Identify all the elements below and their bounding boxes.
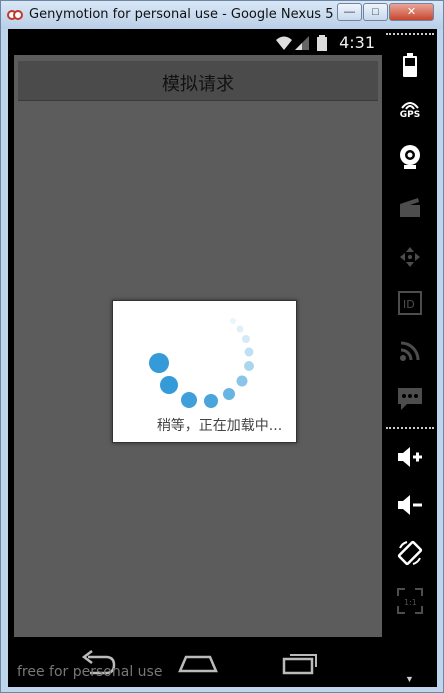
title-bar[interactable]: Genymotion for personal use - Google Nex… <box>1 1 443 29</box>
app-screen: 模拟请求 稍等，正在加载中... <box>14 55 382 637</box>
gps-icon[interactable]: GPS <box>396 95 424 123</box>
genymotion-logo-icon <box>7 10 23 20</box>
loading-spinner-icon <box>149 318 254 408</box>
window-title: Genymotion for personal use - Google Nex… <box>29 7 368 22</box>
battery-status-icon <box>317 35 327 51</box>
battery-icon[interactable] <box>396 51 424 79</box>
page-title: 模拟请求 <box>162 74 234 95</box>
status-clock: 4:31 <box>339 33 375 52</box>
action-bar: 模拟请求 <box>18 61 378 101</box>
loading-message: 稍等，正在加载中... <box>156 418 283 434</box>
volume-up-icon[interactable] <box>396 443 424 471</box>
sidebar-scroll-down-icon[interactable]: ▼ <box>405 674 414 684</box>
sms-icon[interactable] <box>396 385 424 413</box>
dpad-icon[interactable] <box>396 243 424 271</box>
rss-icon[interactable] <box>396 337 424 365</box>
volume-down-icon[interactable] <box>396 491 424 519</box>
emulator-client: 4:31 模拟请求 稍等，正在加载中... free for personal … <box>8 29 437 687</box>
personal-use-watermark: free for personal use <box>17 664 163 680</box>
rotate-icon[interactable] <box>396 539 424 567</box>
sidebar-divider <box>386 427 434 429</box>
gps-label: GPS <box>399 110 421 120</box>
genymotion-sidebar: GPS ID 1:1 ▼ <box>383 29 437 687</box>
svg-text:1:1: 1:1 <box>404 598 417 607</box>
genymotion-window: Genymotion for personal use - Google Nex… <box>0 0 444 693</box>
sidebar-divider <box>386 33 434 35</box>
home-icon[interactable] <box>176 647 220 677</box>
minimize-button[interactable]: — <box>337 3 362 21</box>
wifi-signal-icon <box>276 36 309 50</box>
camera-icon[interactable] <box>396 143 424 171</box>
progress-dialog: 稍等，正在加载中... <box>112 300 297 443</box>
clapper-icon[interactable] <box>396 193 424 221</box>
pixel-perfect-icon[interactable]: 1:1 <box>396 587 424 615</box>
id-icon[interactable]: ID <box>396 289 424 317</box>
close-button[interactable]: ✕ <box>389 3 434 21</box>
android-status-bar: 4:31 <box>8 29 383 55</box>
maximize-button[interactable]: □ <box>363 3 388 21</box>
svg-text:ID: ID <box>403 298 415 311</box>
recent-apps-icon[interactable] <box>278 647 322 677</box>
